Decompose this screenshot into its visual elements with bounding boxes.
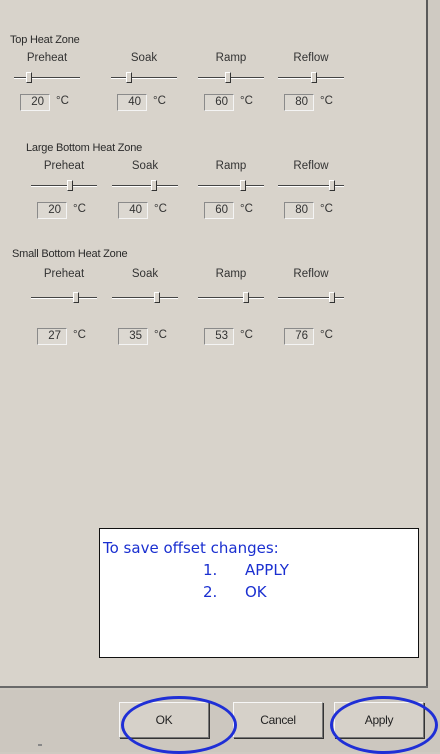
ok-button[interactable]: OK [119, 702, 209, 738]
slider-thumb[interactable] [329, 292, 335, 303]
unit-label: °C [240, 329, 253, 341]
reflow-slider[interactable] [278, 72, 344, 84]
note-title: To save offset changes: [103, 539, 279, 557]
preheat-value-field[interactable]: 20 [37, 202, 67, 219]
value-row: 60 °C [196, 94, 266, 112]
step-text: APPLY [245, 561, 289, 579]
phase-label: Soak [131, 160, 159, 172]
soak-slider[interactable] [111, 72, 177, 84]
slider-thumb[interactable] [126, 72, 132, 83]
preheat-value-field[interactable]: 20 [20, 94, 50, 111]
phase-label: Ramp [215, 52, 247, 64]
slider-track [112, 185, 178, 187]
save-instructions-note: To save offset changes: 1. APPLY 2. OK [99, 528, 419, 658]
preheat-slider[interactable] [31, 180, 97, 192]
phase-label: Reflow [293, 52, 329, 64]
ramp-slider[interactable] [198, 180, 264, 192]
ramp-value-field[interactable]: 53 [204, 328, 234, 345]
dialog-button-bar: OK Cancel Apply [0, 690, 440, 752]
phase-label: Reflow [293, 268, 329, 280]
soak-slider[interactable] [112, 292, 178, 304]
ramp-slider[interactable] [198, 72, 264, 84]
slider-thumb[interactable] [67, 180, 73, 191]
slider-thumb[interactable] [154, 292, 160, 303]
unit-label: °C [240, 203, 253, 215]
soak-value-field[interactable]: 35 [118, 328, 148, 345]
step-text: OK [245, 583, 267, 601]
slider-thumb[interactable] [240, 180, 246, 191]
unit-label: °C [153, 95, 166, 107]
value-row: 40 °C [109, 94, 179, 112]
reflow-slider[interactable] [278, 180, 344, 192]
unit-label: °C [240, 95, 253, 107]
phase-label: Reflow [293, 160, 329, 172]
slider-thumb[interactable] [73, 292, 79, 303]
reflow-value-field[interactable]: 80 [284, 202, 314, 219]
unit-label: °C [154, 329, 167, 341]
slider-track [198, 297, 264, 299]
value-row: 80 °C [276, 94, 346, 112]
slider-thumb[interactable] [151, 180, 157, 191]
unit-label: °C [73, 203, 86, 215]
slider-thumb[interactable] [329, 180, 335, 191]
value-row: 76 °C [276, 328, 346, 346]
ramp-value-field[interactable]: 60 [204, 202, 234, 219]
unit-label: °C [154, 203, 167, 215]
value-row: 20 °C [29, 202, 99, 220]
step-number: 2. [203, 583, 218, 601]
phase-label: Soak [131, 268, 159, 280]
slider-thumb[interactable] [225, 72, 231, 83]
phase-label: Preheat [43, 160, 85, 172]
slider-track [198, 77, 264, 79]
zone-title: Small Bottom Heat Zone [12, 248, 128, 260]
soak-value-field[interactable]: 40 [118, 202, 148, 219]
phase-label: Ramp [215, 268, 247, 280]
reflow-value-field[interactable]: 80 [284, 94, 314, 111]
unit-label: °C [73, 329, 86, 341]
preheat-slider[interactable] [31, 292, 97, 304]
cancel-button[interactable]: Cancel [233, 702, 323, 738]
zone-title: Large Bottom Heat Zone [26, 142, 143, 154]
phase-label: Preheat [26, 52, 68, 64]
slider-thumb[interactable] [26, 72, 32, 83]
unit-label: °C [56, 95, 69, 107]
value-row: 80 °C [276, 202, 346, 220]
slider-track [31, 297, 97, 299]
unit-label: °C [320, 203, 333, 215]
slider-track [198, 185, 264, 187]
zone-title: Top Heat Zone [10, 34, 80, 46]
reflow-slider[interactable] [278, 292, 344, 304]
value-row: 20 °C [12, 94, 82, 112]
value-row: 53 °C [196, 328, 266, 346]
step-number: 1. [203, 561, 218, 579]
value-row: 40 °C [110, 202, 180, 220]
slider-thumb[interactable] [243, 292, 249, 303]
slider-track [14, 77, 80, 79]
slider-thumb[interactable] [311, 72, 317, 83]
ramp-value-field[interactable]: 60 [204, 94, 234, 111]
value-row: 60 °C [196, 202, 266, 220]
slider-track [111, 77, 177, 79]
soak-slider[interactable] [112, 180, 178, 192]
preheat-slider[interactable] [14, 72, 80, 84]
slider-track [112, 297, 178, 299]
apply-button[interactable]: Apply [334, 702, 424, 738]
slider-track [31, 185, 97, 187]
unit-label: °C [320, 329, 333, 341]
divider [38, 744, 42, 746]
value-row: 35 °C [110, 328, 180, 346]
ramp-slider[interactable] [198, 292, 264, 304]
phase-label: Preheat [43, 268, 85, 280]
phase-label: Ramp [215, 160, 247, 172]
unit-label: °C [320, 95, 333, 107]
preheat-value-field[interactable]: 27 [37, 328, 67, 345]
value-row: 27 °C [29, 328, 99, 346]
soak-value-field[interactable]: 40 [117, 94, 147, 111]
reflow-value-field[interactable]: 76 [284, 328, 314, 345]
heat-zone-settings-panel: Top Heat Zone Preheat 20 °C Soak 40 °C R… [0, 0, 428, 688]
phase-label: Soak [130, 52, 158, 64]
